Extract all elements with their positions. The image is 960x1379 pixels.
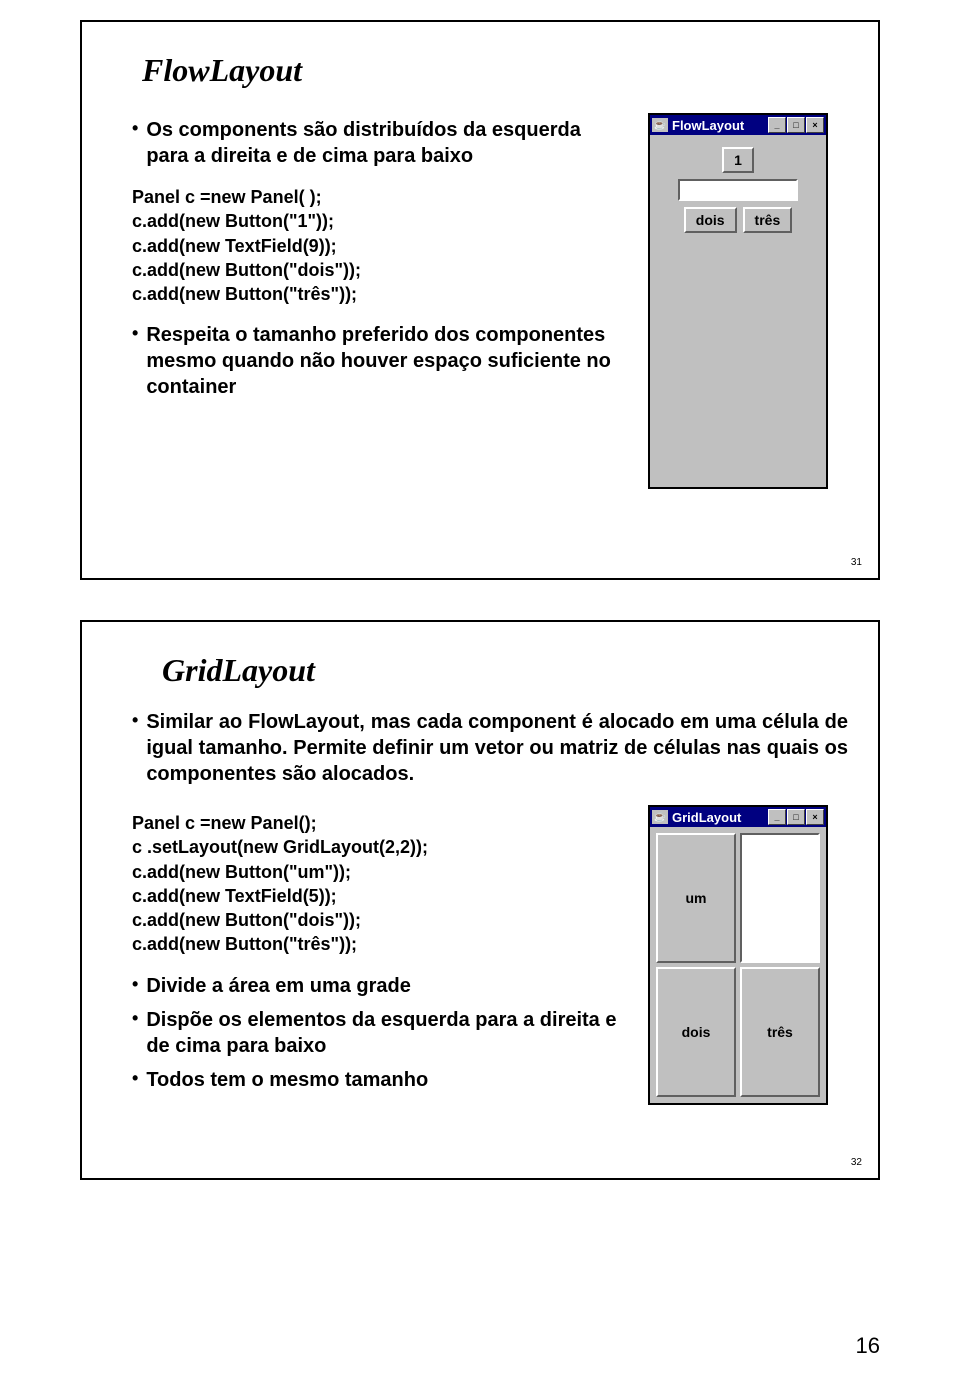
bullet-text: Similar ao FlowLayout, mas cada componen… (146, 709, 848, 787)
slide-left-col: Panel c =new Panel(); c .setLayout(new G… (132, 795, 648, 1105)
bullet-text: Todos tem o mesmo tamanho (146, 1067, 428, 1093)
slide-right-col: ☕ FlowLayout _ □ × 1 (648, 109, 848, 489)
gridlayout-window: ☕ GridLayout _ □ × um (648, 805, 828, 1105)
bullet-dot: • (132, 117, 138, 140)
cell-textfield[interactable] (740, 833, 820, 963)
bullet-dot: • (132, 322, 138, 345)
maximize-icon[interactable]: □ (787, 117, 805, 133)
code-line: c.add(new Button("um")); (132, 860, 628, 884)
window-title: GridLayout (672, 810, 767, 825)
code-line: c.add(new Button("dois")); (132, 258, 628, 282)
slide-number: 32 (851, 1157, 862, 1168)
slide-title: GridLayout (162, 652, 848, 689)
bullet-text: Respeita o tamanho preferido dos compone… (146, 322, 628, 400)
code-line: c.add(new TextField(9)); (132, 234, 628, 258)
code-line: Panel c =new Panel( ); (132, 185, 628, 209)
close-icon[interactable]: × (806, 117, 824, 133)
cell-tres[interactable]: três (740, 967, 820, 1097)
java-cup-icon: ☕ (652, 118, 668, 132)
window-title: FlowLayout (672, 118, 767, 133)
slide-title: FlowLayout (142, 52, 848, 89)
code-line: c.add(new Button("três")); (132, 282, 628, 306)
bullet: • Divide a área em uma grade (132, 973, 628, 999)
slide-flowlayout: FlowLayout • Os components são distribuí… (80, 20, 880, 580)
button-tres[interactable]: três (743, 207, 793, 233)
cell-dois[interactable]: dois (656, 967, 736, 1097)
code-block: Panel c =new Panel(); c .setLayout(new G… (132, 811, 628, 957)
page: FlowLayout • Os components são distribuí… (0, 0, 960, 1379)
code-line: c.add(new Button("1")); (132, 209, 628, 233)
cell-um[interactable]: um (656, 833, 736, 963)
slide-body: • Os components são distribuídos da esqu… (132, 109, 848, 489)
bullet-text: Os components são distribuídos da esquer… (146, 117, 628, 169)
button-dois[interactable]: dois (684, 207, 737, 233)
code-line: c.add(new Button("dois")); (132, 908, 628, 932)
bullet-dot: • (132, 709, 138, 732)
code-line: c.add(new TextField(5)); (132, 884, 628, 908)
bullet-text: Dispõe os elementos da esquerda para a d… (146, 1007, 628, 1059)
code-line: c .setLayout(new GridLayout(2,2)); (132, 835, 628, 859)
window-body: 1 dois três (650, 135, 826, 487)
bullet-dot: • (132, 1067, 138, 1090)
button-1[interactable]: 1 (722, 147, 754, 173)
page-number: 16 (856, 1333, 880, 1359)
minimize-icon[interactable]: _ (768, 809, 786, 825)
code-block: Panel c =new Panel( ); c.add(new Button(… (132, 185, 628, 306)
code-line: c.add(new Button("três")); (132, 932, 628, 956)
bullet-dot: • (132, 973, 138, 996)
maximize-icon[interactable]: □ (787, 809, 805, 825)
bullet: • Todos tem o mesmo tamanho (132, 1067, 628, 1093)
code-line: Panel c =new Panel(); (132, 811, 628, 835)
cell-label: um (676, 885, 717, 911)
grid-cells: um dois três (656, 833, 820, 1097)
slide-left-col: • Os components são distribuídos da esqu… (132, 109, 648, 489)
slide-body: Panel c =new Panel(); c .setLayout(new G… (132, 795, 848, 1105)
bullet: • Dispõe os elementos da esquerda para a… (132, 1007, 628, 1059)
bullet: • Respeita o tamanho preferido dos compo… (132, 322, 628, 400)
window-body: um dois três (650, 827, 826, 1103)
close-icon[interactable]: × (806, 809, 824, 825)
java-cup-icon: ☕ (652, 810, 668, 824)
bullet: • Os components são distribuídos da esqu… (132, 117, 628, 169)
minimize-icon[interactable]: _ (768, 117, 786, 133)
bullet-dot: • (132, 1007, 138, 1030)
bullet-text: Divide a área em uma grade (146, 973, 411, 999)
slide-right-col: ☕ GridLayout _ □ × um (648, 795, 848, 1105)
slide-gridlayout: GridLayout • Similar ao FlowLayout, mas … (80, 620, 880, 1180)
flowlayout-window: ☕ FlowLayout _ □ × 1 (648, 113, 828, 489)
titlebar: ☕ GridLayout _ □ × (650, 807, 826, 827)
bullet: • Similar ao FlowLayout, mas cada compon… (132, 709, 848, 787)
slide-number: 31 (851, 557, 862, 568)
titlebar: ☕ FlowLayout _ □ × (650, 115, 826, 135)
textfield[interactable] (678, 179, 798, 201)
